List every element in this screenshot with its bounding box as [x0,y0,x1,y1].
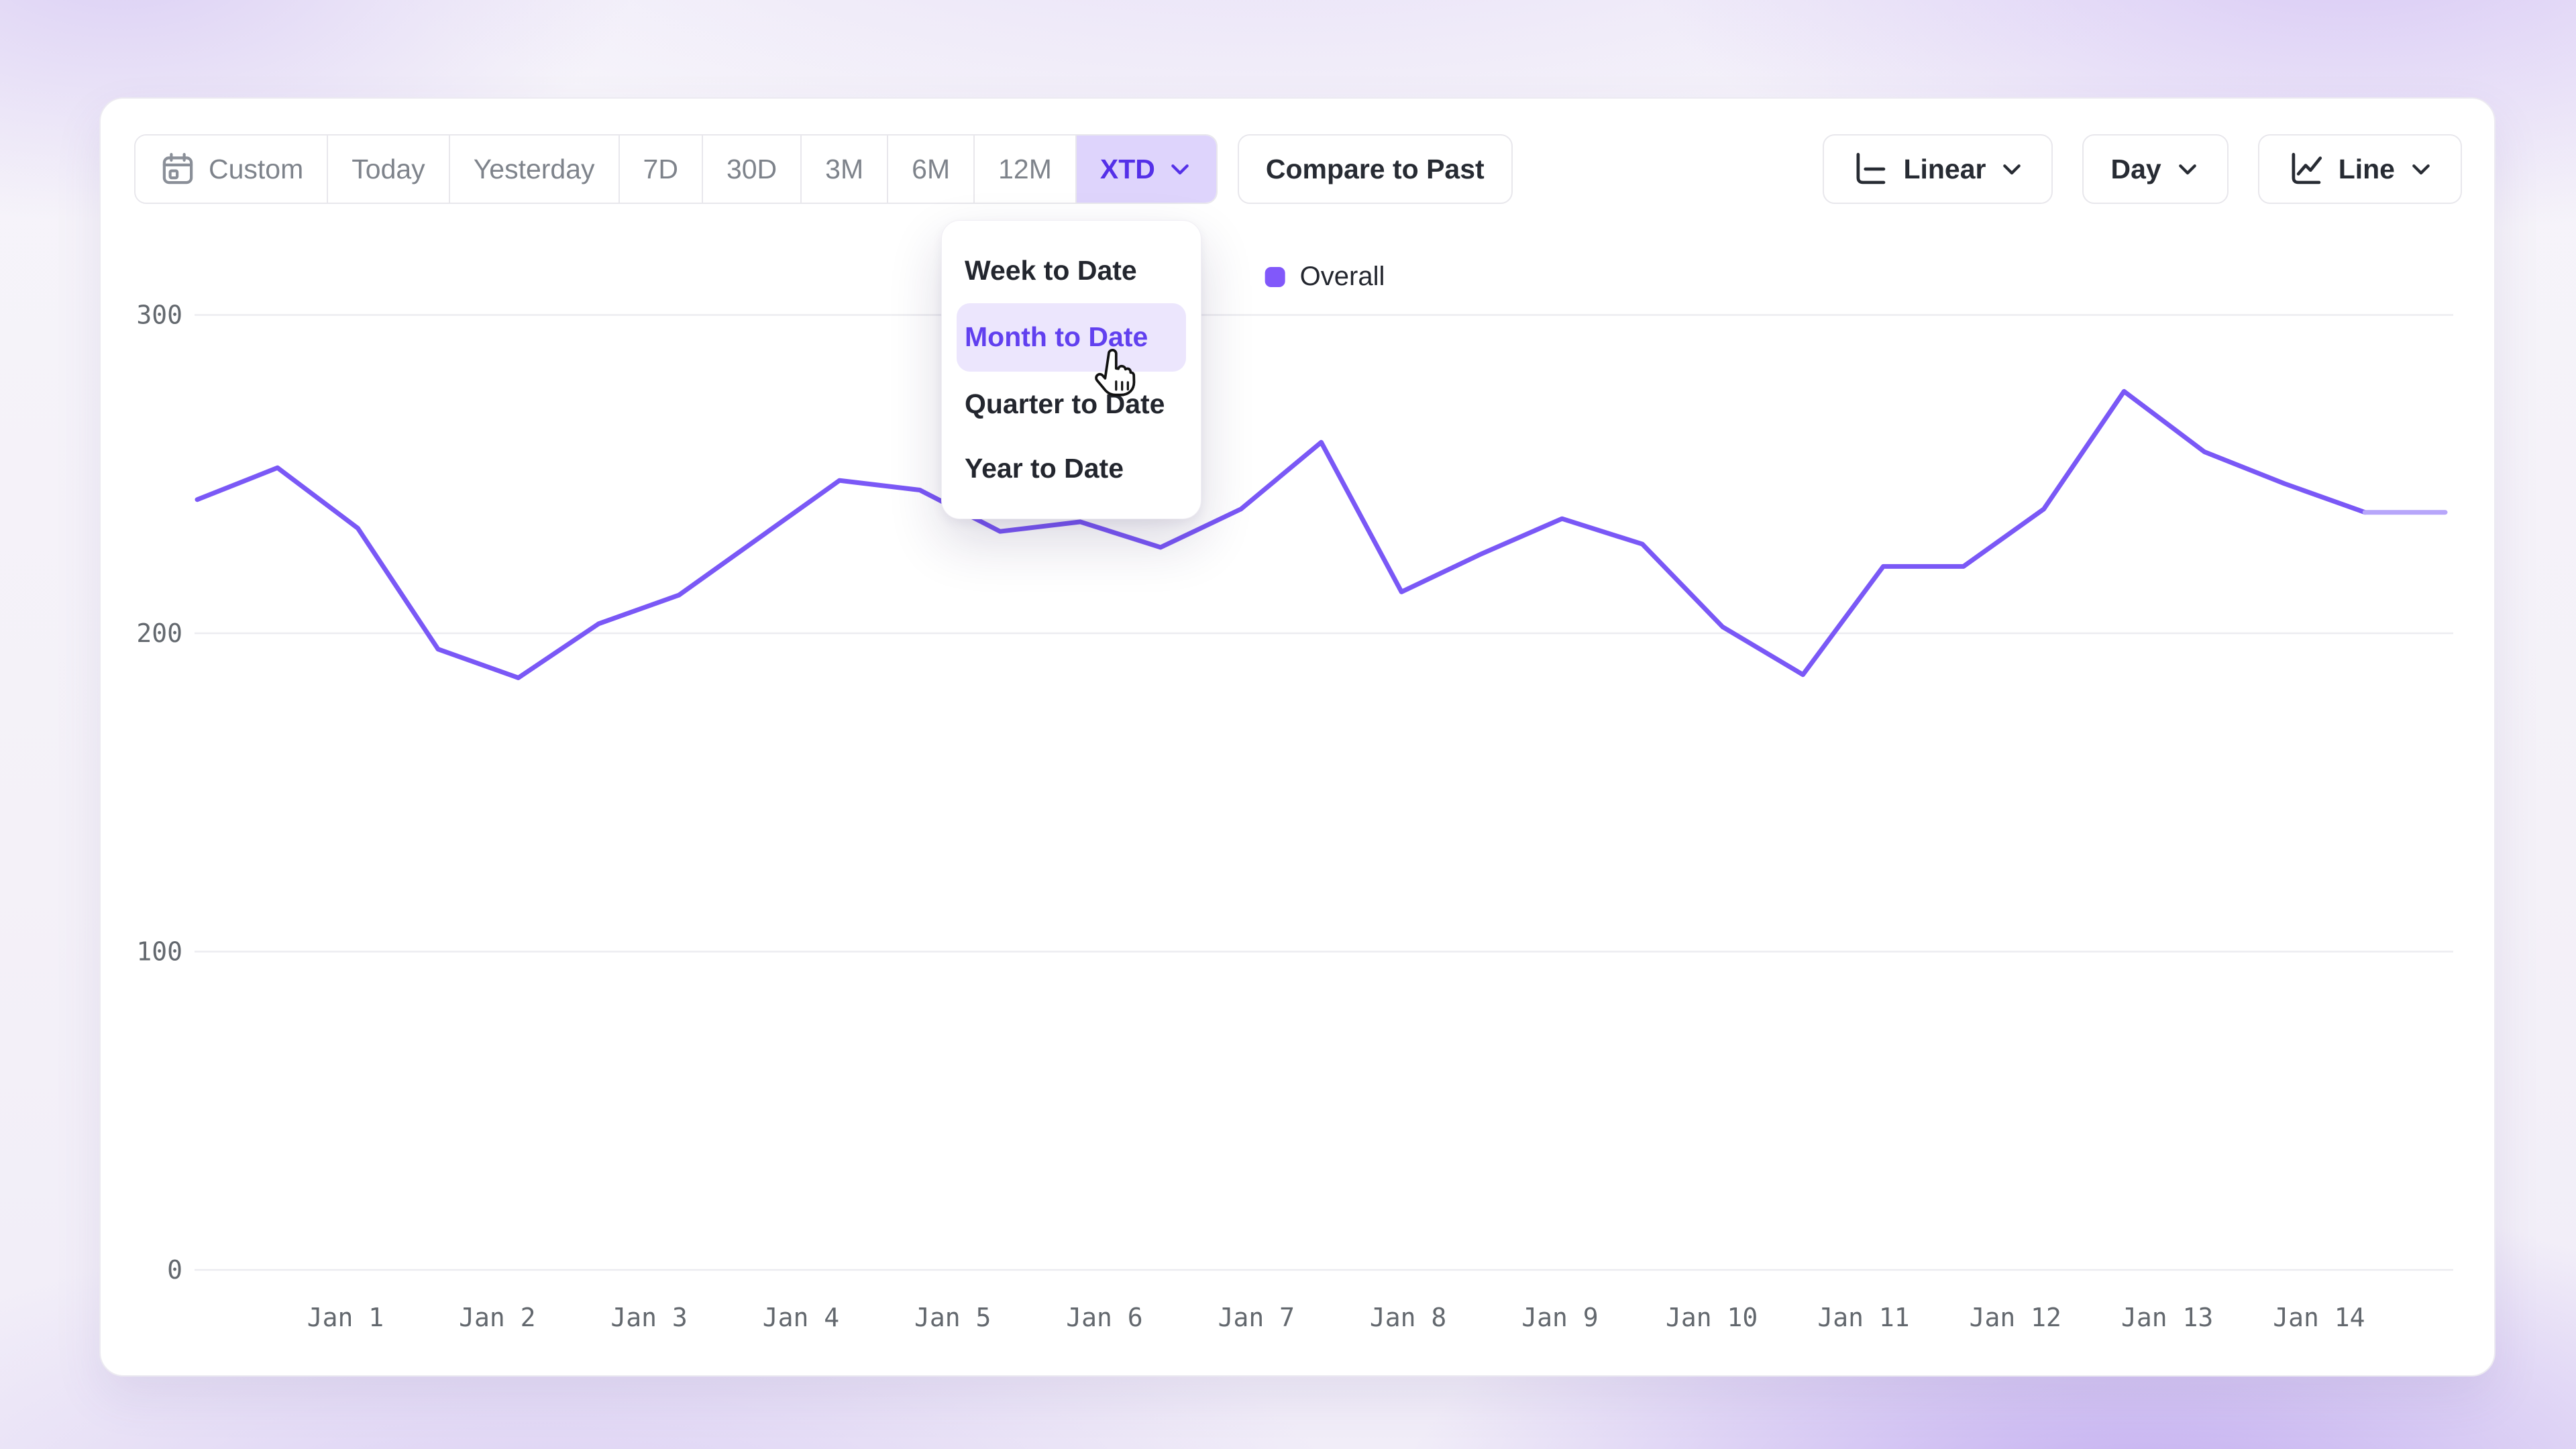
x-axis-tick-label: Jan 8 [1370,1303,1446,1332]
menu-item-quarter-to-date[interactable]: Quarter to Date [957,372,1186,437]
menu-item-month-to-date[interactable]: Month to Date [957,303,1186,372]
x-axis-tick-label: Jan 9 [1521,1303,1598,1332]
pointer-cursor [1092,349,1139,400]
menu-item-week-to-date[interactable]: Week to Date [957,238,1186,303]
x-axis-tick-label: Jan 5 [914,1303,991,1332]
x-axis-tick-label: Jan 13 [2121,1303,2213,1332]
x-axis-tick-label: Jan 11 [1817,1303,1909,1332]
x-axis-tick-label: Jan 10 [1666,1303,1758,1332]
x-axis-tick-label: Jan 2 [459,1303,535,1332]
x-axis-tick-label: Jan 12 [1970,1303,2061,1332]
x-axis-tick-label: Jan 1 [307,1303,384,1332]
x-axis-tick-label: Jan 14 [2273,1303,2365,1332]
x-axis-tick-label: Jan 3 [610,1303,687,1332]
period-dropdown-menu: Week to DateMonth to DateQuarter to Date… [941,220,1201,519]
y-axis-tick-label: 200 [136,619,182,648]
series-line-overall [197,391,2365,678]
x-axis-tick-label: Jan 6 [1066,1303,1142,1332]
menu-item-year-to-date[interactable]: Year to Date [957,436,1186,501]
x-axis-tick-label: Jan 7 [1218,1303,1295,1332]
y-axis-tick-label: 0 [167,1255,182,1285]
line-chart: 300 200 100 0 Jan 1 Jan 2 Jan 3 Jan 4 Jan 5 Jan 6… [101,99,2497,1378]
y-axis-tick-label: 100 [136,937,182,967]
analytics-card: CustomTodayYesterday7D30D3M6M12MXTD Comp… [99,97,2496,1377]
y-axis-tick-label: 300 [136,301,182,330]
x-axis-tick-label: Jan 4 [763,1303,839,1332]
